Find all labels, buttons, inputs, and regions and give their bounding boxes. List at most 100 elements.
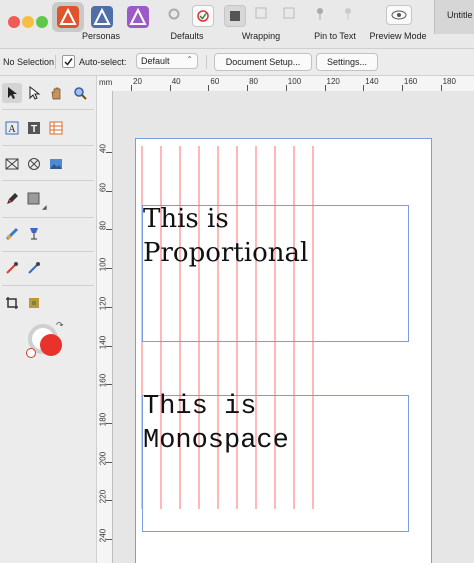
ruler-v-tick-label: 220 (98, 490, 108, 504)
hand-tool-button[interactable] (46, 83, 66, 103)
place-image-tool-button[interactable] (46, 154, 66, 174)
ruler-v-tick (106, 539, 112, 540)
text-frame-monospace[interactable]: This is Monospace (142, 392, 409, 532)
preview-mode-button[interactable] (386, 5, 412, 25)
settings-button[interactable]: Settings... (316, 53, 378, 71)
tool-divider (2, 285, 94, 286)
ruler-unit: mm (99, 78, 113, 87)
photo-persona-button[interactable] (122, 2, 154, 32)
swap-colors-icon[interactable]: ↷ (56, 320, 64, 331)
ruler-v-tick-label: 60 (98, 182, 108, 192)
node-tool-button[interactable] (24, 83, 44, 103)
magnifier-icon (74, 87, 87, 100)
picture-frame-tool-button[interactable] (2, 154, 22, 174)
proportional-line-2: Proportional (143, 238, 309, 268)
document-setup-button[interactable]: Document Setup... (214, 53, 312, 71)
no-color-icon[interactable] (26, 348, 36, 358)
eye-icon (391, 10, 407, 20)
ellipse-frame-tool-button[interactable] (24, 154, 44, 174)
document-canvas[interactable]: This is Proportional This is Monospace (113, 91, 474, 563)
publisher-persona-button[interactable] (52, 2, 84, 32)
pin-2-icon[interactable] (342, 6, 354, 22)
pen-tool-button[interactable] (2, 189, 22, 209)
zoom-window-button[interactable] (36, 16, 48, 28)
ruler-v-tick-label: 80 (98, 221, 108, 231)
ruler-h-tick-label: 160 (403, 77, 418, 86)
ruler-v-tick (106, 152, 112, 153)
ruler-v-tick (106, 384, 112, 386)
ruler-v-tick-label: 240 (98, 528, 108, 543)
context-toolbar: No Selection Auto-select: Default ⌃ Docu… (0, 49, 474, 76)
personas-label: Personas (81, 31, 121, 41)
defaults-button[interactable] (192, 5, 214, 27)
close-window-button[interactable] (8, 16, 20, 28)
ruler-v-tick-label: 200 (98, 451, 108, 465)
tool-divider (2, 251, 94, 252)
svg-text:T: T (31, 124, 37, 135)
ruler-h-tick-label: 140 (365, 77, 379, 86)
arrow-pointer-icon (8, 87, 17, 99)
artistic-text-icon: T (28, 122, 40, 135)
defaults-icon (197, 10, 209, 22)
fill-icon (5, 227, 19, 241)
divider-2 (206, 55, 207, 69)
wrap-option-icon[interactable] (254, 6, 268, 20)
wrap-option-2-icon[interactable] (282, 6, 296, 20)
ruler-v-tick-label: 40 (98, 144, 108, 153)
checkmark-icon (64, 58, 73, 66)
wrapping-icon (230, 11, 240, 21)
monospace-line-1: This is (143, 392, 257, 422)
vector-crop-icon (29, 298, 39, 308)
style-picker-tool-button[interactable] (24, 258, 44, 278)
rectangle-tool-button[interactable] (24, 189, 44, 209)
ruler-v-tick-label: 100 (98, 257, 108, 272)
frame-text-tool-button[interactable]: A (2, 118, 22, 138)
ruler-h-tick-label: 40 (171, 77, 181, 86)
ellipse-frame-icon (28, 158, 40, 170)
ruler-v-tick (106, 500, 112, 502)
ruler-v-tick (106, 306, 112, 308)
pin-to-text-label: Pin to Text (314, 31, 356, 41)
monospace-text[interactable]: This is Monospace (143, 390, 289, 458)
autoselect-value: Default (141, 56, 170, 66)
crop-tool-button[interactable] (2, 293, 22, 313)
wrapping-label: Wrapping (241, 31, 281, 41)
document-tab[interactable]: Untitle (434, 0, 474, 34)
designer-persona-button[interactable] (86, 2, 118, 32)
pin-icon[interactable] (314, 6, 326, 22)
crop-icon (6, 297, 18, 309)
vector-crop-tool-button[interactable] (24, 293, 44, 313)
ruler-v-tick (106, 461, 112, 463)
frame-text-icon: A (5, 121, 19, 135)
zoom-tool-button[interactable] (70, 83, 90, 103)
publisher-persona-icon (57, 6, 79, 28)
monospace-line-2: Monospace (143, 426, 289, 456)
selection-status: No Selection (3, 57, 55, 67)
artistic-text-tool-button[interactable]: T (24, 118, 44, 138)
proportional-text[interactable]: This is Proportional (143, 202, 308, 270)
defaults-label: Defaults (170, 31, 204, 41)
minimize-window-button[interactable] (22, 16, 34, 28)
vertical-ruler[interactable]: 40 60 80 100 120 140 160 180 200 220 240 (97, 91, 113, 563)
autoselect-dropdown[interactable]: Default ⌃ (136, 53, 198, 69)
table-tool-button[interactable] (46, 118, 66, 138)
fill-tool-button[interactable] (2, 224, 22, 244)
ruler-v-tick-label: 140 (98, 335, 108, 349)
gear-icon[interactable] (166, 6, 182, 22)
tool-divider (2, 180, 94, 181)
fill-color-well[interactable] (40, 334, 62, 356)
transparency-tool-button[interactable] (24, 224, 44, 244)
wrapping-button[interactable] (224, 5, 246, 27)
ruler-v-tick (106, 422, 112, 424)
transparency-glass-icon (30, 228, 38, 240)
horizontal-ruler[interactable]: mm 20406080100120140160180200 (97, 76, 474, 92)
text-frame-proportional[interactable]: This is Proportional (142, 202, 409, 342)
main-toolbar: Personas Defaults Wrapping Pin to Text P… (0, 0, 474, 49)
ruler-h-tick-label: 20 (133, 77, 142, 86)
tool-flyout-icon: ◢ (42, 205, 47, 211)
dropdown-chevron-icon: ⌃ (186, 55, 193, 64)
move-tool-button[interactable] (2, 83, 22, 103)
color-picker-tool-button[interactable] (2, 258, 22, 278)
ruler-v-tick (106, 190, 112, 192)
autoselect-checkbox[interactable] (62, 55, 75, 68)
